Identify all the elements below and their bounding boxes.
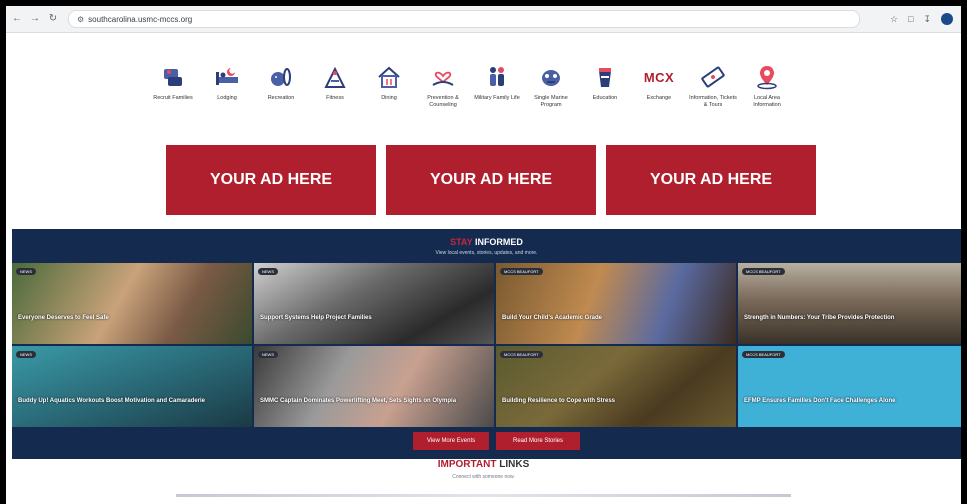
stay-informed-section: STAY INFORMED View local events, stories… [12, 229, 961, 459]
story-caption: Buddy Up! Aquatics Workouts Boost Motiva… [18, 398, 206, 404]
story-badge: NEWS [16, 351, 36, 358]
quick-link-label: Dining [381, 95, 397, 101]
quick-link-label: Education [592, 95, 618, 101]
quick-link-label: Lodging [217, 95, 237, 101]
story-caption: Build Your Child's Academic Grade [502, 315, 603, 321]
story-tile[interactable]: MCCS BEAUFORT EFMP Ensures Families Don'… [738, 346, 961, 427]
quick-link-single-marine-program[interactable]: Single Marine Program [524, 62, 578, 109]
view-more-events-button[interactable]: View More Events [413, 432, 489, 450]
quick-link-military-family-life[interactable]: Military Family Life [470, 62, 524, 109]
ad-banner-2[interactable]: YOUR AD HERE [386, 145, 596, 215]
quick-links-row: Recruit Families Lodging Recreation Fitn… [146, 62, 794, 109]
story-badge: MCCS BEAUFORT [742, 351, 785, 358]
browser-toolbar: ← → ↻ ⚙ southcarolina.usmc-mccs.org ☆ □ … [6, 6, 961, 33]
fitness-icon [320, 62, 350, 92]
story-tile[interactable]: MCCS BEAUFORT Build Your Child's Academi… [496, 263, 736, 344]
title-highlight: STAY [450, 237, 473, 247]
quick-link-fitness[interactable]: Fitness [308, 62, 362, 109]
tickets-tours-icon [698, 62, 728, 92]
mcx-logo: MCX [643, 69, 675, 85]
important-links-title: IMPORTANT LINKS [6, 459, 961, 470]
story-badge: MCCS BEAUFORT [742, 268, 785, 275]
story-tile[interactable]: NEWS Support Systems Help Project Famili… [254, 263, 494, 344]
quick-link-recreation[interactable]: Recreation [254, 62, 308, 109]
military-family-life-icon [482, 62, 512, 92]
title-main: INFORMED [474, 237, 523, 247]
quick-link-label: Fitness [326, 95, 344, 101]
reload-icon[interactable]: ↻ [46, 12, 60, 26]
lodging-icon [212, 62, 242, 92]
back-icon[interactable]: ← [10, 12, 24, 26]
quick-link-label: Recruit Families [153, 95, 193, 101]
url-text: southcarolina.usmc-mccs.org [88, 14, 193, 24]
story-tile[interactable]: MCCS BEAUFORT Strength in Numbers: Your … [738, 263, 961, 344]
story-badge: NEWS [258, 268, 278, 275]
bookmark-star-icon[interactable]: ☆ [890, 14, 898, 25]
exchange-icon: MCX [644, 62, 674, 92]
story-caption: Building Resilience to Cope with Stress [502, 398, 616, 404]
address-bar[interactable]: ⚙ southcarolina.usmc-mccs.org [68, 10, 860, 28]
ad-banner-1[interactable]: YOUR AD HERE [166, 145, 376, 215]
story-tile[interactable]: NEWS Everyone Deserves to Feel Safe [12, 263, 252, 344]
story-tile[interactable]: NEWS Buddy Up! Aquatics Workouts Boost M… [12, 346, 252, 427]
quick-link-recruit-families[interactable]: Recruit Families [146, 62, 200, 109]
forward-icon[interactable]: → [28, 12, 42, 26]
quick-link-label: Information, Tickets & Tours [689, 95, 737, 108]
download-icon[interactable]: ↧ [923, 14, 931, 25]
quick-link-prevention-counseling[interactable]: Prevention & Counseling [416, 62, 470, 109]
stay-informed-title: STAY INFORMED [12, 237, 961, 247]
story-badge: MCCS BEAUFORT [500, 351, 543, 358]
story-tile[interactable]: MCCS BEAUFORT Building Resilience to Cop… [496, 346, 736, 427]
ad-banner-3[interactable]: YOUR AD HERE [606, 145, 816, 215]
important-links-list[interactable] [176, 494, 791, 497]
quick-link-dining[interactable]: Dining [362, 62, 416, 109]
dining-icon [374, 62, 404, 92]
story-caption: EFMP Ensures Families Don't Face Challen… [744, 398, 896, 404]
story-tile[interactable]: NEWS SMMC Captain Dominates Powerlifting… [254, 346, 494, 427]
story-caption: Strength in Numbers: Your Tribe Provides… [744, 315, 895, 321]
quick-link-tickets-tours[interactable]: Information, Tickets & Tours [686, 62, 740, 109]
local-area-information-icon [752, 62, 782, 92]
browser-window: ← → ↻ ⚙ southcarolina.usmc-mccs.org ☆ □ … [6, 6, 961, 504]
extensions-icon[interactable]: □ [908, 14, 913, 24]
story-caption: SMMC Captain Dominates Powerlifting Meet… [260, 398, 457, 404]
quick-link-local-area[interactable]: Local Area Information [740, 62, 794, 109]
stay-informed-subtitle: View local events, stories, updates, and… [435, 250, 538, 256]
title-highlight: IMPORTANT [437, 459, 497, 470]
quick-link-education[interactable]: Education [578, 62, 632, 109]
quick-link-label: Local Area Information [753, 95, 781, 108]
recruit-families-icon [158, 62, 188, 92]
profile-avatar[interactable] [941, 13, 953, 25]
quick-link-label: Military Family Life [474, 95, 520, 101]
title-main: LINKS [499, 459, 530, 470]
quick-link-exchange[interactable]: MCX Exchange [632, 62, 686, 109]
story-badge: NEWS [16, 268, 36, 275]
quick-link-label: Prevention & Counseling [427, 95, 459, 108]
quick-link-label: Exchange [646, 95, 672, 101]
story-badge: MCCS BEAUFORT [500, 268, 543, 275]
story-caption: Support Systems Help Project Families [260, 315, 372, 321]
education-icon [590, 62, 620, 92]
read-more-stories-button[interactable]: Read More Stories [496, 432, 580, 450]
recreation-icon [266, 62, 296, 92]
story-badge: NEWS [258, 351, 278, 358]
quick-link-label: Recreation [267, 95, 295, 101]
prevention-counseling-icon [428, 62, 458, 92]
story-caption: Everyone Deserves to Feel Safe [18, 315, 109, 321]
site-info-icon[interactable]: ⚙ [77, 15, 84, 24]
quick-link-label: Single Marine Program [534, 95, 568, 108]
quick-link-lodging[interactable]: Lodging [200, 62, 254, 109]
single-marine-program-icon [536, 62, 566, 92]
important-links-subtitle: Connect with someone now. [452, 474, 515, 480]
